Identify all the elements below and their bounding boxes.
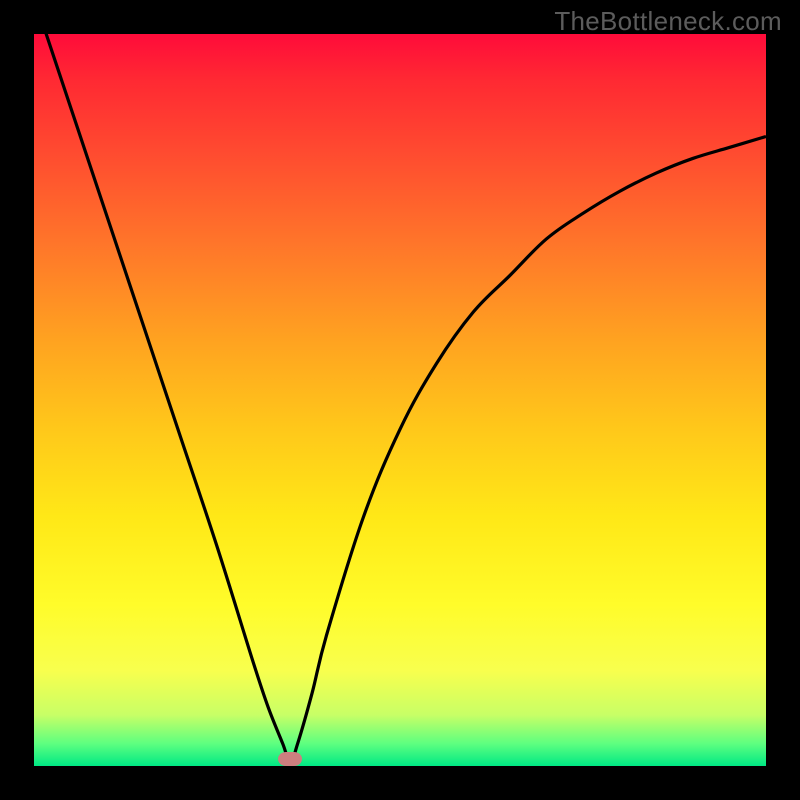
optimum-marker <box>278 752 302 766</box>
plot-area <box>34 34 766 766</box>
chart-frame: TheBottleneck.com <box>0 0 800 800</box>
watermark-text: TheBottleneck.com <box>554 6 782 37</box>
curve-path <box>34 34 766 762</box>
bottleneck-curve <box>34 34 766 766</box>
